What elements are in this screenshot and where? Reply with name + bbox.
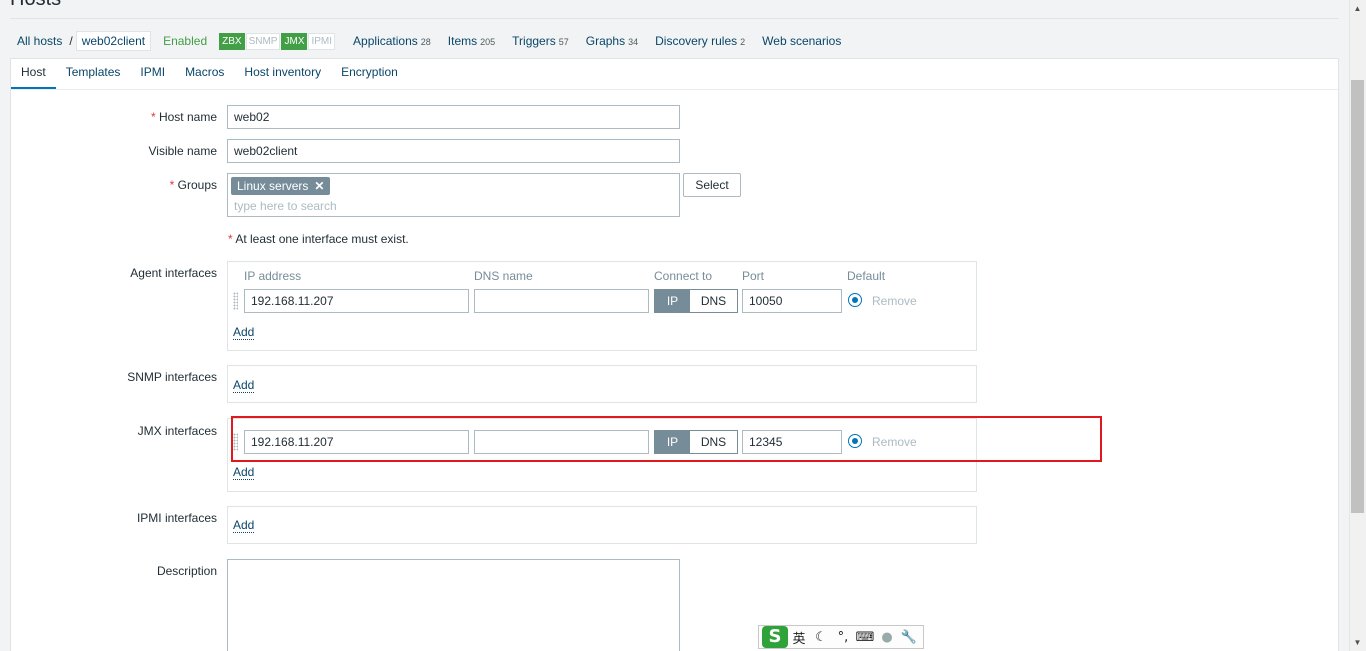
header-port: Port xyxy=(742,269,765,283)
ipmi-interfaces-box xyxy=(227,506,977,544)
host-name-input[interactable]: web02 xyxy=(227,105,680,129)
tab-encryption[interactable]: Encryption xyxy=(331,65,408,89)
tab-bar: Host Templates IPMI Macros Host inventor… xyxy=(11,59,1338,90)
availability-snmp: SNMP xyxy=(245,32,281,50)
availability-ipmi: IPMI xyxy=(308,32,336,50)
jmx-interfaces-label: JMX interfaces xyxy=(137,424,217,438)
page-title: Hosts xyxy=(10,0,61,11)
tab-host-inventory[interactable]: Host inventory xyxy=(234,65,331,89)
ime-punctuation-icon[interactable]: °, xyxy=(832,630,854,645)
agent-connect-toggle: IP DNS xyxy=(654,289,738,313)
availability-badges: ZBX SNMP JMX IPMI xyxy=(219,32,336,50)
ime-language-toggle[interactable]: 英 xyxy=(788,628,810,647)
ime-moon-icon[interactable]: ☾ xyxy=(810,630,832,645)
breadcrumb-current-host[interactable]: web02client xyxy=(75,31,152,51)
remove-chip-icon[interactable]: ✕ xyxy=(314,179,324,193)
nav-triggers[interactable]: Triggers 57 xyxy=(512,34,569,48)
ipmi-add-link[interactable]: Add xyxy=(233,518,255,533)
agent-remove-link[interactable]: Remove xyxy=(872,294,917,308)
header-default: Default xyxy=(847,269,886,283)
header-ip-address: IP address xyxy=(244,269,302,283)
ime-user-icon[interactable]: ● xyxy=(876,630,898,645)
snmp-interfaces-box xyxy=(227,365,977,403)
description-textarea[interactable] xyxy=(227,559,680,651)
breadcrumb-separator: / xyxy=(69,34,73,48)
header-connect-to: Connect to xyxy=(654,269,713,283)
nav-web-scenarios[interactable]: Web scenarios xyxy=(762,34,841,48)
tab-macros[interactable]: Macros xyxy=(175,65,234,89)
nav-graphs[interactable]: Graphs 34 xyxy=(586,34,638,48)
agent-port-input[interactable]: 10050 xyxy=(742,289,842,313)
nav-discovery-rules[interactable]: Discovery rules 2 xyxy=(655,34,745,48)
scrollbar-thumb[interactable] xyxy=(1351,80,1364,513)
agent-connect-dns[interactable]: DNS xyxy=(690,290,737,312)
snmp-add-link[interactable]: Add xyxy=(233,378,255,393)
scroll-up-icon[interactable]: ▲ xyxy=(1349,0,1366,17)
agent-interfaces-label: Agent interfaces xyxy=(130,266,217,280)
host-navigation: All hosts / web02client Enabled ZBX SNMP… xyxy=(10,30,841,52)
vertical-scrollbar[interactable]: ▲ ▼ xyxy=(1349,0,1366,651)
group-chip[interactable]: Linux servers ✕ xyxy=(231,177,331,195)
tab-templates[interactable]: Templates xyxy=(56,65,131,89)
jmx-add-link[interactable]: Add xyxy=(233,465,255,480)
tab-host[interactable]: Host xyxy=(11,65,56,89)
groups-label: Groups xyxy=(10,178,217,192)
ime-toolbar: S 英 ☾ °, ⌨ ● 🔧 xyxy=(758,625,924,649)
agent-ip-input[interactable]: 192.168.11.207 xyxy=(244,289,469,313)
title-divider xyxy=(10,18,1339,19)
annotation-highlight-box xyxy=(231,416,1102,462)
ime-wrench-icon[interactable]: 🔧 xyxy=(898,630,920,645)
agent-add-link[interactable]: Add xyxy=(233,325,255,340)
availability-jmx: JMX xyxy=(281,32,308,50)
select-groups-button[interactable]: Select xyxy=(683,173,741,197)
description-label: Description xyxy=(156,564,217,578)
nav-items[interactable]: Items 205 xyxy=(448,34,495,48)
interface-requirement-note: * At least one interface must exist. xyxy=(228,232,409,246)
host-name-label: Host name xyxy=(10,110,217,124)
agent-dns-input[interactable] xyxy=(474,289,649,313)
groups-multiselect[interactable]: Linux servers ✕ type here to search xyxy=(227,173,680,217)
agent-default-radio[interactable] xyxy=(848,293,862,307)
breadcrumb-all-hosts[interactable]: All hosts xyxy=(10,34,69,48)
header-dns-name: DNS name xyxy=(474,269,533,283)
host-status[interactable]: Enabled xyxy=(163,34,207,48)
visible-name-label: Visible name xyxy=(148,144,217,158)
ime-keyboard-icon[interactable]: ⌨ xyxy=(854,630,876,645)
groups-search-input[interactable]: type here to search xyxy=(234,199,337,213)
nav-applications[interactable]: Applications 28 xyxy=(353,34,431,48)
scroll-down-icon[interactable]: ▼ xyxy=(1349,634,1366,651)
availability-zbx: ZBX xyxy=(219,32,245,50)
agent-connect-ip[interactable]: IP xyxy=(655,290,690,312)
tab-ipmi[interactable]: IPMI xyxy=(130,65,175,89)
ime-logo-icon[interactable]: S xyxy=(762,626,788,648)
snmp-interfaces-label: SNMP interfaces xyxy=(127,370,217,384)
visible-name-input[interactable]: web02client xyxy=(227,139,680,163)
ipmi-interfaces-label: IPMI interfaces xyxy=(136,511,217,525)
drag-handle-icon[interactable] xyxy=(233,292,238,310)
